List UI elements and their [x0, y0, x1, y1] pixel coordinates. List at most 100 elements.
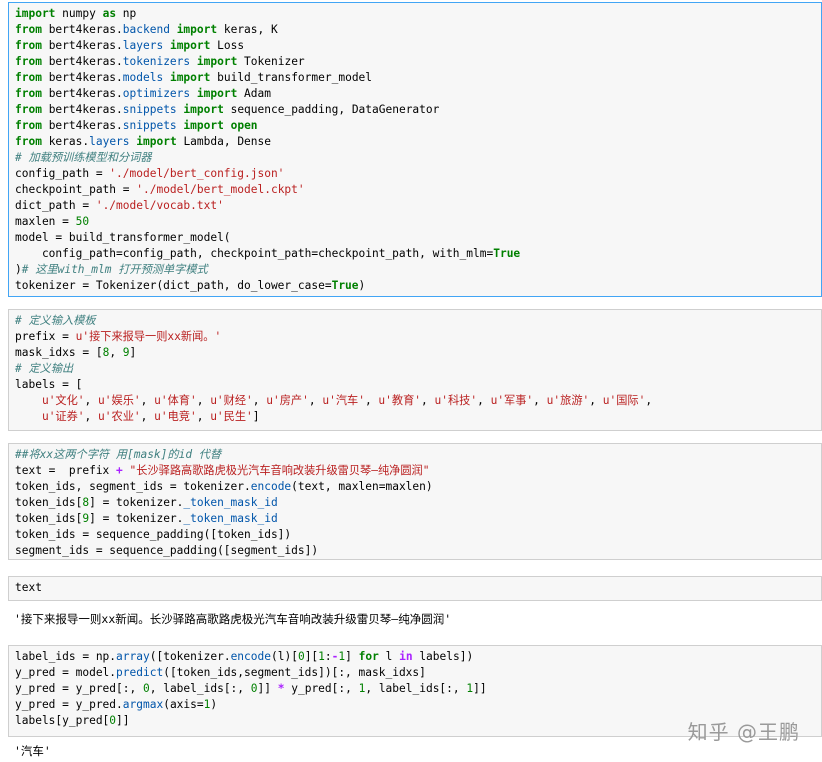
code-token: ]: [252, 410, 260, 423]
code-token: bert4keras.: [41, 87, 123, 100]
code-cell-text[interactable]: text: [8, 576, 822, 601]
code-token: u'体育': [154, 394, 197, 407]
code-token: u'房产': [266, 394, 309, 407]
code-token: token_ids[: [15, 496, 83, 509]
code-token: ,: [645, 394, 653, 407]
code-token: import: [176, 23, 218, 36]
code-token: u'旅游': [546, 394, 590, 407]
code-token: 50: [75, 215, 90, 228]
code-token: ][: [304, 650, 319, 663]
code-token: y_pred = y_pred[:,: [15, 682, 143, 695]
code-editor[interactable]: text: [9, 577, 821, 599]
code-token: checkpoint_path =: [15, 183, 137, 196]
code-token: './model/bert_model.ckpt': [136, 183, 305, 196]
code-token: ]: [129, 346, 137, 359]
code-cell-mask[interactable]: ##将xx这两个字符 用[mask]的id 代替 text = prefix +…: [8, 443, 822, 560]
code-editor[interactable]: # 定义输入模板 prefix = u'接下来报导一则xx新闻。' mask_i…: [9, 310, 821, 428]
code-token: u'科技': [434, 394, 478, 407]
code-token: ,: [364, 394, 379, 407]
code-token: import: [15, 7, 56, 20]
code-token: keras, K: [217, 23, 278, 36]
code-token: build_transformer_model: [210, 71, 373, 84]
code-cell-template[interactable]: # 定义输入模板 prefix = u'接下来报导一则xx新闻。' mask_i…: [8, 309, 822, 431]
code-cell-imports[interactable]: import numpy as np from bert4keras.backe…: [8, 2, 822, 297]
code-token: maxlen =: [15, 215, 76, 228]
code-token: u'农业': [98, 410, 141, 423]
code-token: ): [210, 698, 218, 711]
code-token: backend: [122, 23, 170, 36]
code-token: import: [169, 71, 211, 84]
code-token: u'军事': [490, 394, 534, 407]
code-token: config_path =: [15, 167, 110, 180]
code-token: from: [15, 55, 42, 68]
code-token: ]]: [257, 682, 278, 695]
code-token: from: [15, 71, 42, 84]
code-token: dict_path =: [15, 199, 96, 212]
code-token: token_ids = sequence_padding([token_ids]…: [15, 528, 292, 541]
code-token: bert4keras.: [41, 23, 123, 36]
code-token: snippets: [122, 119, 177, 132]
code-token: ,: [196, 394, 211, 407]
code-token: ,: [533, 394, 547, 407]
code-token: import: [196, 55, 238, 68]
code-token: ]]: [473, 682, 487, 695]
code-token: *: [277, 682, 285, 695]
code-token: (axis=: [163, 698, 204, 711]
code-token: as: [102, 7, 117, 20]
code-token: Lambda, Dense: [176, 135, 271, 148]
code-token: models: [122, 71, 164, 84]
code-token: import: [183, 119, 224, 132]
code-token: prefix =: [15, 330, 76, 343]
code-token: y_pred = model.: [15, 666, 117, 679]
code-editor[interactable]: ##将xx这两个字符 用[mask]的id 代替 text = prefix +…: [9, 444, 821, 562]
code-token: ,: [109, 346, 123, 359]
code-token: "长沙驿路高歌路虎极光汽车音响改装升级雷贝琴—纯净圆润": [129, 464, 430, 477]
code-token: ] = tokenizer.: [89, 496, 184, 509]
code-editor[interactable]: import numpy as np from bert4keras.backe…: [9, 3, 821, 297]
code-token: # 加载预训练模型和分词器: [15, 151, 152, 164]
watermark: 知乎 @王鹏: [687, 720, 800, 744]
code-token: # 这里with_mlm 打开预测单字模式: [21, 263, 208, 276]
code-token: ,: [421, 394, 435, 407]
code-token: y_pred[:,: [284, 682, 359, 695]
code-token: ,: [252, 394, 267, 407]
code-token: text = prefix: [15, 464, 117, 477]
code-token: './model/vocab.txt': [95, 199, 224, 212]
label-output: '汽车': [14, 744, 51, 758]
code-token: ): [358, 279, 366, 292]
code-token: ,: [140, 410, 155, 423]
code-token: +: [116, 464, 123, 477]
code-token: tokenizers: [122, 55, 191, 68]
code-token: Loss: [210, 39, 245, 52]
code-token: 1: [318, 650, 325, 663]
code-token: 0: [250, 682, 258, 695]
code-token: u'财经': [210, 394, 253, 407]
code-token: , label_ids[:,: [365, 682, 467, 695]
code-token: ,: [589, 394, 603, 407]
code-token: encode: [230, 650, 271, 663]
code-token: from: [15, 103, 42, 116]
code-token: snippets: [122, 103, 177, 116]
code-token: u'民生': [210, 410, 253, 423]
code-token: ,: [308, 394, 323, 407]
code-token: bert4keras.: [41, 103, 123, 116]
code-token: in: [399, 650, 413, 663]
code-token: u'接下来报导一则xx新闻。': [75, 330, 222, 343]
code-token: from: [15, 119, 42, 132]
code-token: optimizers: [122, 87, 191, 100]
code-token: from: [15, 87, 42, 100]
code-token: from: [15, 39, 42, 52]
code-token: u'文化': [41, 394, 85, 407]
code-token: u'汽车': [322, 394, 365, 407]
code-token: numpy: [55, 7, 103, 20]
code-token: './model/bert_config.json': [109, 167, 285, 180]
code-token: # 定义输入模板: [15, 314, 96, 327]
code-token: np: [116, 7, 137, 20]
code-token: ,: [84, 394, 99, 407]
